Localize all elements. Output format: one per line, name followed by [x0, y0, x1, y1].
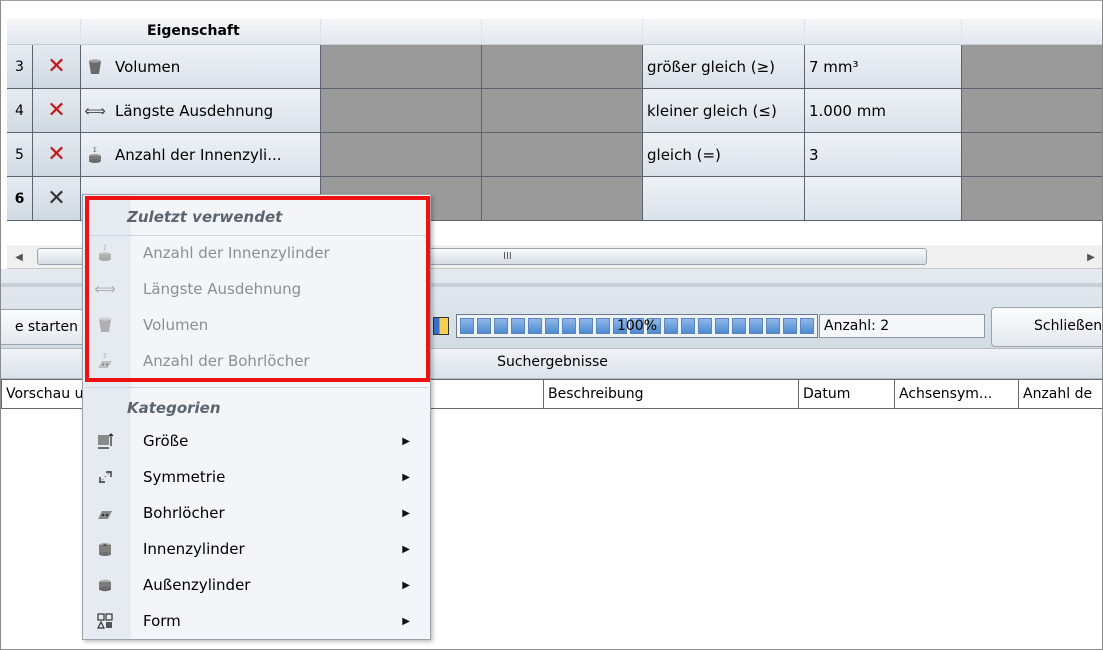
property-cell[interactable]: Σ Anzahl der Innenzyli... — [81, 133, 321, 177]
menu-section-categories: Kategorien — [127, 399, 221, 417]
header-col-3 — [482, 19, 643, 45]
menu-item-label: Form — [143, 612, 181, 630]
close-button[interactable]: Schließen — [991, 307, 1102, 347]
highlight-frame — [85, 196, 430, 382]
outer-cylinder-icon — [85, 576, 125, 594]
delete-x-icon: ✕ — [47, 141, 66, 167]
menu-item-label: Bohrlöcher — [143, 504, 225, 522]
value-cell[interactable]: 3 — [805, 133, 962, 177]
disabled-cell — [482, 89, 643, 133]
submenu-arrow-icon: ▶ — [402, 615, 410, 627]
menu-item-category[interactable]: Größe ▶ — [85, 424, 428, 458]
property-cell[interactable]: ⟺ Längste Ausdehnung — [81, 89, 321, 133]
header-value — [805, 19, 962, 45]
cylinder-cup-icon — [85, 57, 105, 77]
disabled-cell — [962, 89, 1102, 133]
disabled-cell — [321, 133, 482, 177]
header-operator — [643, 19, 805, 45]
value-cell[interactable]: 7 mm³ — [805, 45, 962, 89]
svg-text:Σ: Σ — [93, 147, 97, 154]
criteria-row[interactable]: 3 ✕ Volumen größer gleich (≥) 7 mm³ — [7, 45, 1102, 89]
header-property[interactable]: Eigenschaft — [81, 19, 321, 45]
progress-bar-icon — [433, 317, 449, 335]
operator-cell[interactable]: gleich (=) — [643, 133, 805, 177]
disabled-cell — [962, 45, 1102, 89]
operator-cell[interactable]: größer gleich (≥) — [643, 45, 805, 89]
delete-button[interactable]: ✕ — [33, 89, 81, 133]
menu-item-label: Größe — [143, 432, 189, 450]
submenu-arrow-icon: ▶ — [402, 579, 410, 591]
header-index — [7, 19, 81, 45]
column-header-axis-symmetry[interactable]: Achsensym... — [895, 379, 1019, 409]
value-cell[interactable] — [805, 177, 962, 221]
row-number: 3 — [7, 45, 33, 89]
disabled-cell — [482, 133, 643, 177]
criteria-row[interactable]: 5 ✕ Σ Anzahl der Innenzyli... gleich (=)… — [7, 133, 1102, 177]
column-header-count[interactable]: Anzahl de — [1019, 379, 1102, 409]
operator-cell[interactable]: kleiner gleich (≤) — [643, 89, 805, 133]
disabled-cell — [321, 89, 482, 133]
disabled-cell — [482, 45, 643, 89]
menu-item-category[interactable]: Symmetrie ▶ — [85, 460, 428, 494]
property-label: Volumen — [115, 57, 181, 76]
disabled-cell — [962, 133, 1102, 177]
progress-bar: 100% — [456, 314, 818, 338]
drill-holes-icon — [85, 504, 125, 522]
menu-item-category[interactable]: Form ▶ — [85, 604, 428, 638]
operator-cell[interactable] — [643, 177, 805, 221]
property-label: Längste Ausdehnung — [115, 101, 274, 120]
inner-cylinder-icon — [85, 540, 125, 558]
menu-item-category[interactable]: Außenzylinder ▶ — [85, 568, 428, 602]
value-cell[interactable]: 1.000 mm — [805, 89, 962, 133]
header-col-2 — [321, 19, 482, 45]
column-header-description[interactable]: Beschreibung — [544, 379, 799, 409]
scroll-left-arrow-icon[interactable]: ◀ — [7, 245, 31, 269]
disabled-cell — [962, 177, 1102, 221]
disabled-cell — [482, 177, 643, 221]
menu-item-category[interactable]: Bohrlöcher ▶ — [85, 496, 428, 530]
menu-item-label: Symmetrie — [143, 468, 226, 486]
submenu-arrow-icon: ▶ — [402, 507, 410, 519]
header-col-7 — [962, 19, 1102, 45]
size-icon — [85, 432, 125, 450]
scroll-right-arrow-icon[interactable]: ▶ — [1079, 245, 1102, 269]
delete-button[interactable]: ✕ — [33, 133, 81, 177]
column-header-preview[interactable]: Vorschau u — [1, 379, 91, 409]
row-number: 5 — [7, 133, 33, 177]
scroll-grip: III — [503, 251, 512, 262]
property-label: Anzahl der Innenzyli... — [115, 145, 282, 164]
submenu-arrow-icon: ▶ — [402, 543, 410, 555]
disabled-cell — [321, 45, 482, 89]
criteria-row[interactable]: 4 ✕ ⟺ Längste Ausdehnung kleiner gleich … — [7, 89, 1102, 133]
submenu-arrow-icon: ▶ — [402, 471, 410, 483]
row-number: 6 — [7, 177, 33, 221]
result-count: Anzahl: 2 — [819, 314, 985, 338]
inner-cylinder-icon: Σ — [85, 145, 105, 165]
delete-button[interactable]: ✕ — [33, 177, 81, 221]
property-cell[interactable]: Volumen — [81, 45, 321, 89]
symmetry-icon — [85, 468, 125, 486]
start-search-button[interactable]: e starten — [1, 309, 85, 345]
shapes-icon — [85, 612, 125, 630]
menu-item-label: Innenzylinder — [143, 540, 245, 558]
delete-x-icon: ✕ — [47, 185, 66, 211]
delete-x-icon: ✕ — [47, 97, 66, 123]
progress-text: 100% — [616, 318, 658, 334]
double-arrow-icon: ⟺ — [84, 101, 106, 120]
menu-divider — [85, 387, 428, 388]
row-number: 4 — [7, 89, 33, 133]
delete-x-icon: ✕ — [47, 53, 66, 79]
submenu-arrow-icon: ▶ — [402, 435, 410, 447]
column-header-date[interactable]: Datum — [799, 379, 895, 409]
menu-item-label: Außenzylinder — [143, 576, 251, 594]
menu-item-category[interactable]: Innenzylinder ▶ — [85, 532, 428, 566]
delete-button[interactable]: ✕ — [33, 45, 81, 89]
